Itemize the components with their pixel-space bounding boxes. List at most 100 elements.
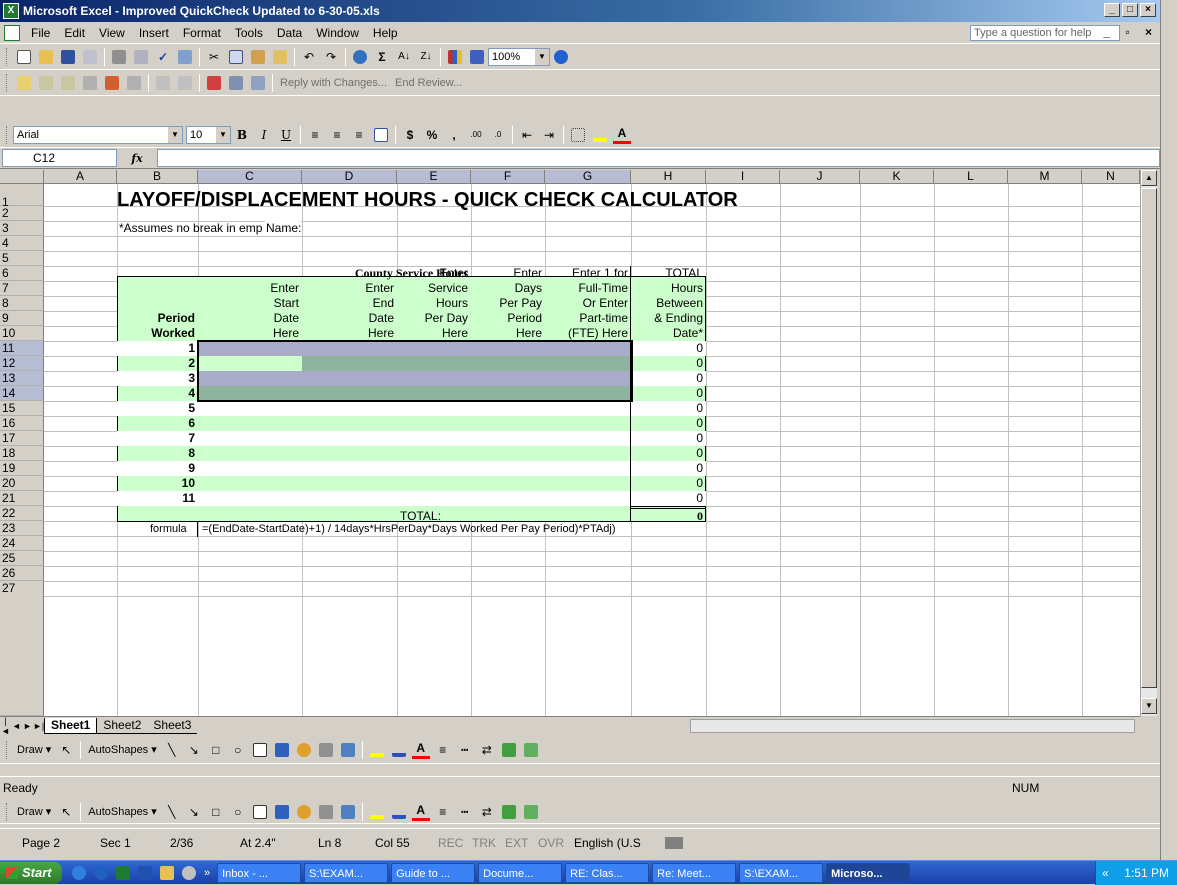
end-review-button[interactable]: End Review... <box>391 77 466 89</box>
fill-color-draw-icon[interactable] <box>368 741 386 759</box>
worksheet-grid[interactable]: A B C D E F G H I J K L M N 1 2 3 4 5 6 … <box>0 170 1140 716</box>
next-comment-icon[interactable] <box>59 74 77 92</box>
word-rec[interactable]: REC <box>438 836 463 850</box>
show-all-comments-icon[interactable] <box>103 74 121 92</box>
ink-icon[interactable] <box>154 74 172 92</box>
select-objects-icon[interactable]: ↖ <box>57 741 75 759</box>
chart-wizard-icon[interactable] <box>446 48 464 66</box>
shadow-icon[interactable] <box>500 741 518 759</box>
prev-sheet-button[interactable]: ◄ <box>11 721 22 731</box>
paste-icon[interactable] <box>249 48 267 66</box>
row-header-7[interactable]: 7 <box>0 281 44 296</box>
total-cell[interactable]: 0 <box>631 431 706 446</box>
quicklaunch-browser-icon[interactable] <box>70 864 88 882</box>
new-comment-icon[interactable] <box>15 74 33 92</box>
next-sheet-button[interactable]: ► <box>22 721 33 731</box>
save-icon[interactable] <box>59 48 77 66</box>
total-cell[interactable]: 0 <box>631 386 706 401</box>
word-line-icon[interactable]: ╲ <box>163 803 181 821</box>
line-color-icon[interactable] <box>390 741 408 759</box>
horizontal-scrollbar[interactable] <box>690 719 1135 733</box>
rectangle-icon[interactable]: □ <box>207 741 225 759</box>
comma-icon[interactable]: , <box>445 126 463 144</box>
period-cell[interactable]: 1 <box>117 341 198 356</box>
format-painter-icon[interactable] <box>271 48 289 66</box>
row-header-12[interactable]: 12 <box>0 356 44 371</box>
task-guide[interactable]: Guide to ... <box>391 862 476 883</box>
word-arrow-style-icon[interactable]: ⇄ <box>478 803 496 821</box>
delete-comment-icon[interactable] <box>125 74 143 92</box>
row-header-4[interactable]: 4 <box>0 236 44 251</box>
row-header-20[interactable]: 20 <box>0 476 44 491</box>
cut-icon[interactable]: ✂ <box>205 48 223 66</box>
autoshapes-menu[interactable]: AutoShapes ▾ <box>84 743 161 756</box>
align-center-icon[interactable]: ≡ <box>328 126 346 144</box>
font-size-select[interactable]: 10 ▼ <box>186 125 231 144</box>
total-cell[interactable]: 0 <box>631 476 706 491</box>
first-sheet-button[interactable]: |◄ <box>0 716 11 736</box>
word-clipart-icon[interactable] <box>317 803 335 821</box>
row-header-2[interactable]: 2 <box>0 206 44 221</box>
grand-total-cell[interactable]: 0 <box>631 509 706 524</box>
menu-format[interactable]: Format <box>176 26 228 40</box>
line-style-icon[interactable]: ≡ <box>434 741 452 759</box>
tab-sheet2[interactable]: Sheet2 <box>97 718 148 734</box>
row-header-25[interactable]: 25 <box>0 551 44 566</box>
update-file-icon[interactable] <box>227 74 245 92</box>
word-shadow-icon[interactable] <box>500 803 518 821</box>
restore-button[interactable]: □ <box>1122 3 1138 17</box>
period-cell[interactable]: 11 <box>117 491 198 506</box>
column-header-e[interactable]: E <box>397 170 471 184</box>
task-inbox[interactable]: Inbox - ... <box>217 862 302 883</box>
textbox-icon[interactable] <box>251 741 269 759</box>
track-changes-icon[interactable] <box>205 74 223 92</box>
vertical-scrollbar[interactable]: ▲ ▼ <box>1140 170 1157 716</box>
word-3d-icon[interactable] <box>522 803 540 821</box>
task-re-meet[interactable]: Re: Meet... <box>652 862 737 883</box>
print-icon[interactable] <box>110 48 128 66</box>
hyperlink-icon[interactable] <box>351 48 369 66</box>
tray-expand-icon[interactable]: « <box>1096 861 1109 885</box>
oval-icon[interactable]: ○ <box>229 741 247 759</box>
row-header-17[interactable]: 17 <box>0 431 44 446</box>
word-wordart-icon[interactable] <box>273 803 291 821</box>
row-header-3[interactable]: 3 <box>0 221 44 236</box>
close-button[interactable]: × <box>1140 3 1156 17</box>
period-cell[interactable]: 5 <box>117 401 198 416</box>
function-icon[interactable]: fx <box>117 152 157 165</box>
currency-icon[interactable]: $ <box>401 126 419 144</box>
row-header-10[interactable]: 10 <box>0 326 44 341</box>
tab-sheet1[interactable]: Sheet1 <box>44 717 98 734</box>
menu-insert[interactable]: Insert <box>132 26 176 40</box>
task-document[interactable]: Docume... <box>478 862 563 883</box>
word-line-style-icon[interactable]: ≡ <box>434 803 452 821</box>
percent-icon[interactable]: % <box>423 126 441 144</box>
period-cell[interactable]: 3 <box>117 371 198 386</box>
period-cell[interactable]: 8 <box>117 446 198 461</box>
sort-descending-icon[interactable]: Z↓ <box>417 48 435 66</box>
word-rectangle-icon[interactable]: □ <box>207 803 225 821</box>
last-sheet-button[interactable]: ►| <box>33 721 44 731</box>
minimize-button[interactable]: _ <box>1104 3 1120 17</box>
row-header-6[interactable]: 6 <box>0 266 44 281</box>
total-cell[interactable]: 0 <box>631 401 706 416</box>
total-cell[interactable]: 0 <box>631 491 706 506</box>
column-header-d[interactable]: D <box>302 170 397 184</box>
italic-icon[interactable]: I <box>255 126 273 144</box>
bold-icon[interactable]: B <box>233 126 251 144</box>
quicklaunch-excel-icon[interactable] <box>114 864 132 882</box>
redo-icon[interactable]: ↷ <box>322 48 340 66</box>
scroll-up-button[interactable]: ▲ <box>1141 170 1157 186</box>
sort-ascending-icon[interactable]: A↓ <box>395 48 413 66</box>
document-icon[interactable] <box>4 24 20 41</box>
word-diagram-icon[interactable] <box>295 803 313 821</box>
font-color-icon[interactable]: A <box>613 126 631 144</box>
menu-window[interactable]: Window <box>309 26 366 40</box>
increase-decimal-icon[interactable]: .00 <box>467 126 485 144</box>
row-header-26[interactable]: 26 <box>0 566 44 581</box>
column-header-i[interactable]: I <box>706 170 780 184</box>
row-header-1[interactable]: 1 <box>0 184 44 209</box>
draw-menu[interactable]: Draw ▾ <box>13 743 55 756</box>
total-cell[interactable]: 0 <box>631 341 706 356</box>
word-textbox-icon[interactable] <box>251 803 269 821</box>
